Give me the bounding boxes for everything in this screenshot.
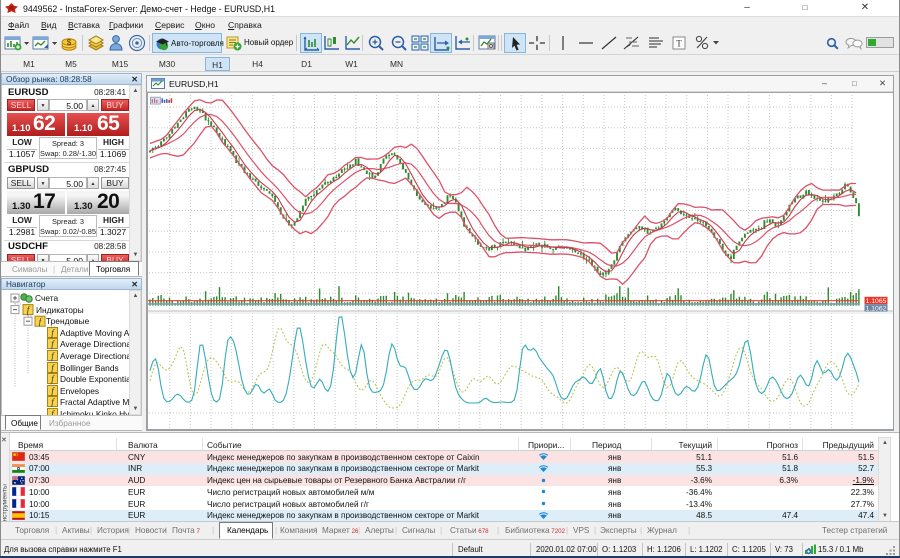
svg-text:T: T — [676, 39, 682, 49]
svg-text:1.1062: 1.1062 — [866, 305, 887, 312]
svg-text:1.1065: 1.1065 — [866, 298, 887, 305]
svg-text:$: $ — [67, 38, 72, 47]
